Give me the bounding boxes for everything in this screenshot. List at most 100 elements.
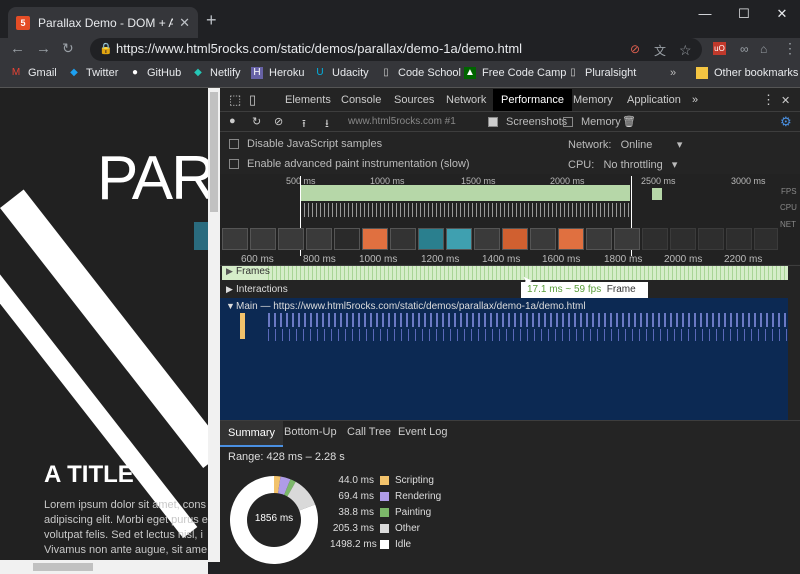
horizontal-scrollbar[interactable] <box>0 560 208 574</box>
scroll-thumb[interactable] <box>33 563 93 571</box>
tab-elements[interactable]: Elements <box>285 94 331 106</box>
paint-instrumentation-checkbox[interactable]: Enable advanced paint instrumentation (s… <box>229 158 470 170</box>
close-devtools-icon[interactable]: ✕ <box>781 94 790 107</box>
screenshot-thumb[interactable] <box>334 228 360 250</box>
trash-icon[interactable]: 🗑 <box>622 115 636 128</box>
expand-icon[interactable]: ▶ <box>226 266 233 277</box>
screenshot-thumb[interactable] <box>586 228 612 250</box>
tab-summary[interactable]: Summary <box>220 421 284 447</box>
more-tabs-button[interactable]: » <box>692 94 698 106</box>
screenshot-thumb[interactable] <box>698 228 724 250</box>
recording-select[interactable]: www.html5rocks.com #1 <box>348 116 456 127</box>
screenshot-thumb[interactable] <box>418 228 444 250</box>
address-bar[interactable]: 🔒 https://www.html5rocks.com/static/demo… <box>90 38 702 61</box>
maximize-button[interactable]: ☐ <box>724 6 764 22</box>
tab-memory[interactable]: Memory <box>573 94 613 106</box>
screenshot-thumb[interactable] <box>754 228 778 250</box>
menu-icon[interactable]: ⋮ <box>762 92 775 108</box>
ruler-tick: 1000 ms <box>359 254 398 265</box>
menu-icon[interactable]: ⋮ <box>783 40 797 57</box>
back-icon[interactable]: ← <box>10 40 25 57</box>
screenshot-thumb[interactable] <box>306 228 332 250</box>
screenshot-thumb[interactable] <box>222 228 248 250</box>
main-thread-tasks[interactable] <box>268 329 788 341</box>
ublock-icon[interactable]: uO <box>713 42 726 55</box>
tab-call-tree[interactable]: Call Tree <box>347 426 391 438</box>
extension-icon[interactable]: ∞ <box>740 42 749 56</box>
blocked-icon[interactable]: ⊘ <box>630 42 640 56</box>
network-select[interactable]: Online <box>621 139 653 151</box>
bookmark-pluralsight[interactable]: ▯ Pluralsight <box>567 67 636 79</box>
clear-icon[interactable]: ⊘ <box>274 115 283 128</box>
screenshot-thumb[interactable] <box>726 228 752 250</box>
translate-icon[interactable]: 文 <box>654 42 666 59</box>
interactions-label[interactable]: Interactions <box>236 284 288 295</box>
tab-console[interactable]: Console <box>341 94 381 106</box>
screenshots-checkbox[interactable]: Screenshots <box>488 116 567 128</box>
screenshot-thumb[interactable] <box>446 228 472 250</box>
screenshot-thumb[interactable] <box>614 228 640 250</box>
download-icon[interactable]: ⭳ <box>325 115 329 134</box>
bookmark-udacity[interactable]: U Udacity <box>314 67 368 79</box>
screenshot-thumb[interactable] <box>530 228 556 250</box>
tab-sources[interactable]: Sources <box>394 94 434 106</box>
browser-tab[interactable]: 5 Parallax Demo - DOM + Absolute ✕ <box>8 7 198 38</box>
bookmarks-more[interactable]: » <box>670 67 676 79</box>
screenshot-thumb[interactable] <box>474 228 500 250</box>
ruler-tick: 1400 ms <box>482 254 521 265</box>
bookmark-freecodecamp[interactable]: ▲ Free Code Camp <box>464 67 566 79</box>
extension-icon[interactable]: ⌂ <box>760 42 767 56</box>
range-text: Range: 428 ms – 2.28 s <box>228 451 345 463</box>
reload-icon[interactable]: ↻ <box>62 40 74 57</box>
bookmark-heroku[interactable]: H Heroku <box>251 67 304 79</box>
memory-checkbox[interactable]: Memory <box>563 116 621 128</box>
expand-icon[interactable]: ▶ <box>226 284 233 295</box>
tab-bottom-up[interactable]: Bottom-Up <box>284 426 337 438</box>
bookmark-other[interactable]: Other bookmarks <box>696 67 798 79</box>
legend-rendering: 69.4 ms Rendering <box>338 491 442 502</box>
network-throttle[interactable]: Network: Online ▾ <box>568 138 682 152</box>
screenshot-thumb[interactable] <box>502 228 528 250</box>
screenshot-thumb[interactable] <box>642 228 668 250</box>
screenshot-thumb[interactable] <box>670 228 696 250</box>
tab-performance[interactable]: Performance <box>493 89 572 111</box>
upload-icon[interactable]: ⭱ <box>302 115 306 134</box>
disable-js-samples-checkbox[interactable]: Disable JavaScript samples <box>229 138 382 150</box>
vertical-scrollbar[interactable] <box>208 88 220 562</box>
tab-application[interactable]: Application <box>627 94 681 106</box>
tab-event-log[interactable]: Event Log <box>398 426 448 438</box>
main-thread-tasks[interactable] <box>268 313 788 327</box>
bookmark-netlify[interactable]: ◆ Netlify <box>192 67 240 79</box>
screenshot-thumb[interactable] <box>362 228 388 250</box>
screenshot-thumb[interactable] <box>558 228 584 250</box>
screenshot-thumb[interactable] <box>390 228 416 250</box>
bookmark-codeschool[interactable]: ▯ Code School <box>380 67 461 79</box>
bookmark-github[interactable]: ● GitHub <box>129 67 181 79</box>
star-icon[interactable]: ☆ <box>679 42 692 59</box>
tab-network[interactable]: Network <box>446 94 486 106</box>
new-tab-button[interactable]: + <box>206 10 217 31</box>
web-page: PAR A TITLE Lorem ipsum dolor sit amet, … <box>0 88 208 562</box>
close-tab-icon[interactable]: ✕ <box>179 15 190 31</box>
cpu-select[interactable]: No throttling <box>603 159 662 171</box>
close-window-button[interactable]: ✕ <box>762 6 800 22</box>
bookmark-gmail[interactable]: M Gmail <box>10 67 57 79</box>
frames-label[interactable]: Frames <box>236 266 270 277</box>
forward-icon[interactable]: → <box>36 40 51 57</box>
bookmark-twitter[interactable]: ◆ Twitter <box>68 67 118 79</box>
reload-record-icon[interactable]: ↻ <box>252 115 261 128</box>
device-toggle-icon[interactable]: ▯ <box>249 92 256 108</box>
subtitle-block <box>194 222 208 250</box>
url-text: https://www.html5rocks.com/static/demos/… <box>116 41 523 56</box>
record-icon[interactable]: ● <box>229 115 236 127</box>
expand-icon[interactable]: ▼ <box>226 301 235 311</box>
scroll-thumb[interactable] <box>210 92 218 212</box>
settings-gear-icon[interactable]: ⚙ <box>780 114 792 130</box>
screenshot-thumb[interactable] <box>278 228 304 250</box>
scripting-block[interactable] <box>240 313 245 339</box>
pie-total: 1856 ms <box>254 513 294 524</box>
inspect-icon[interactable]: ⬚ <box>229 92 241 108</box>
minimize-button[interactable]: — <box>685 6 725 21</box>
cpu-throttle[interactable]: CPU: No throttling ▾ <box>568 158 677 172</box>
screenshot-thumb[interactable] <box>250 228 276 250</box>
